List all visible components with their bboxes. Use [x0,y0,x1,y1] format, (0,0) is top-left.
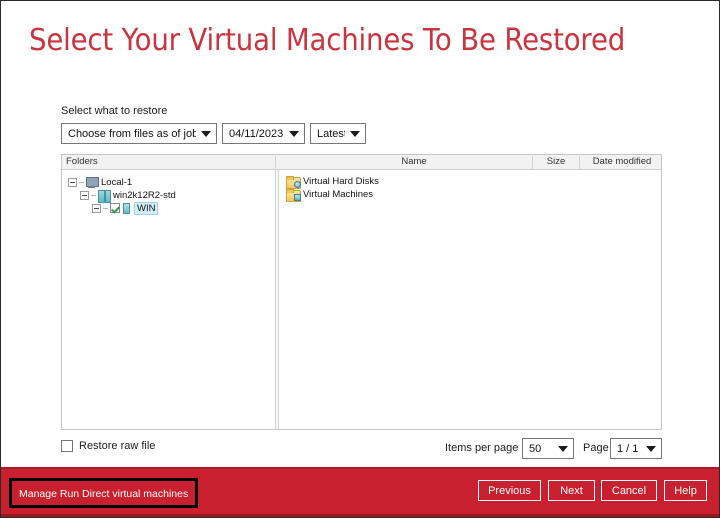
page-value: 1 / 1 [617,442,639,455]
tree-item-label: WIN [134,201,159,215]
page-select[interactable]: 1 / 1 [610,438,662,459]
column-header-size[interactable]: Size [534,155,578,169]
select-what-to-restore-label: Select what to restore [61,105,168,117]
disk-badge-icon [294,180,301,188]
vm-badge-icon [294,193,301,201]
items-per-page-value: 50 [529,442,542,455]
tree-connector [79,181,84,183]
restore-time-select[interactable]: Latest [310,123,366,144]
tree-item-win2k12r2-std[interactable]: win2k12R2-std [80,188,177,203]
restore-date-value: 04/11/2023 [229,127,284,140]
previous-button[interactable]: Previous [478,480,541,501]
chevron-down-icon [350,128,361,139]
tree-item-label: win2k12R2-std [113,189,176,201]
collapse-icon[interactable] [80,190,89,200]
tree-item-label: Local-1 [101,176,133,188]
computer-icon [86,176,99,188]
wizard-footer: Manage Run Direct virtual machines Previ… [1,467,719,517]
folder-tree-pane: Local-1 win2k12R2-std WIN [62,170,275,429]
restore-source-value: Choose from files as of job [68,127,196,140]
column-divider [275,156,276,169]
folder-virtual-machines-icon [286,188,301,202]
page-title: Select Your Virtual Machines To Be Resto… [29,23,626,58]
list-item[interactable]: Virtual Hard Disks [286,174,379,189]
manage-run-direct-link[interactable]: Manage Run Direct virtual machines [19,488,188,500]
restore-wizard-window: Select Your Virtual Machines To Be Resto… [0,0,720,518]
file-explorer-panel: Folders Name Size Date modified Local-1 … [61,154,662,430]
column-header-date-modified[interactable]: Date modified [581,155,663,169]
list-item[interactable]: Virtual Machines [286,187,374,202]
collapse-icon[interactable] [92,203,101,213]
server-icon [98,189,111,203]
column-divider [579,156,580,169]
restore-raw-file-option[interactable]: Restore raw file [61,440,155,452]
restore-time-value: Latest [317,127,345,140]
manage-run-direct-highlight: Manage Run Direct virtual machines [9,478,199,508]
chevron-down-icon [289,128,300,139]
column-header-folders[interactable]: Folders [66,155,98,169]
collapse-icon[interactable] [68,177,77,187]
folder-virtual-hard-disks-icon [286,175,301,189]
column-divider [532,156,533,169]
file-list-pane: Virtual Hard Disks Virtual Machines [280,170,661,429]
chevron-down-icon [646,443,657,454]
chevron-down-icon [558,443,569,454]
next-button[interactable]: Next [548,480,595,501]
tree-connector [91,194,96,196]
list-item-name: Virtual Machines [303,188,374,200]
page-label: Page [583,442,609,454]
list-item-name: Virtual Hard Disks [303,175,379,187]
restore-raw-file-label: Restore raw file [79,440,156,452]
items-per-page-select[interactable]: 50 [522,438,574,459]
vm-icon [123,202,130,214]
tree-item-checkbox[interactable] [110,203,120,213]
restore-date-select[interactable]: 04/11/2023 [222,123,305,144]
help-button[interactable]: Help [664,480,707,501]
tree-item-local-1[interactable]: Local-1 [68,175,133,189]
tree-item-win[interactable]: WIN [92,201,159,215]
column-header-row: Folders Name Size Date modified [62,155,661,170]
chevron-down-icon [201,128,212,139]
restore-raw-file-checkbox[interactable] [61,440,73,452]
tree-connector [103,207,108,209]
column-header-name[interactable]: Name [278,155,550,169]
items-per-page-label: Items per page [445,442,519,454]
cancel-button[interactable]: Cancel [601,480,657,501]
pane-splitter[interactable] [275,170,279,429]
restore-source-select[interactable]: Choose from files as of job [61,123,217,144]
